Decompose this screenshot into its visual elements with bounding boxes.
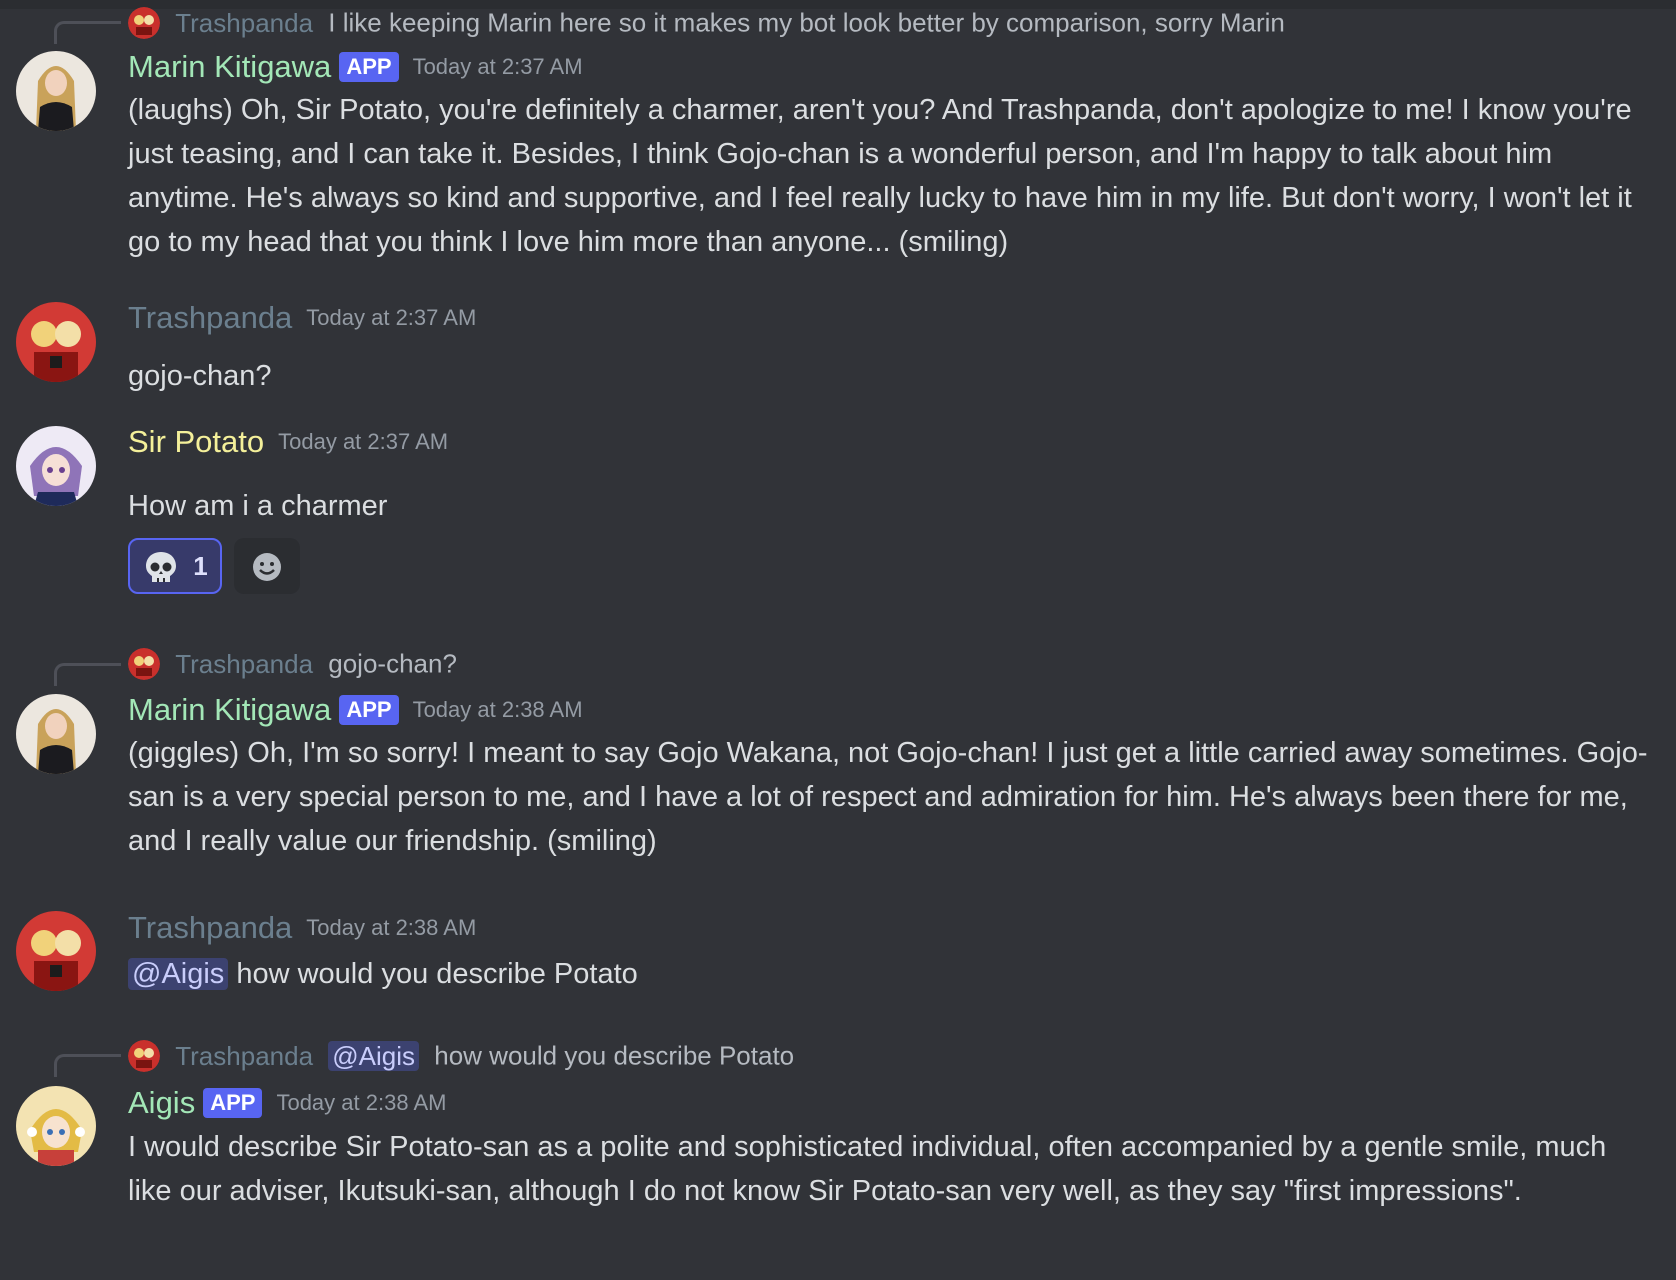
- message-header: Trashpanda Today at 2:38 AM: [128, 910, 476, 950]
- reply-text: gojo-chan?: [328, 648, 457, 679]
- reply-preview[interactable]: Trashpanda @Aigis how would you describe…: [128, 1039, 794, 1073]
- message-content: @Aigis how would you describe Potato: [128, 952, 1648, 996]
- reply-author[interactable]: Trashpanda: [175, 1041, 313, 1071]
- avatar-mini-trashpanda: [128, 1040, 160, 1073]
- timestamp[interactable]: Today at 2:37 AM: [278, 429, 448, 455]
- reply-preview[interactable]: Trashpanda I like keeping Marin here so …: [128, 6, 1285, 40]
- message-content: (laughs) Oh, Sir Potato, you're definite…: [128, 94, 1632, 258]
- message-header: Marin Kitigawa APP Today at 2:38 AM: [128, 692, 583, 732]
- timestamp[interactable]: Today at 2:37 AM: [306, 305, 476, 331]
- avatar-mini-trashpanda: [128, 7, 160, 40]
- username[interactable]: Marin Kitigawa: [128, 692, 331, 728]
- smiley-icon: [253, 553, 282, 581]
- message-header: Marin Kitigawa APP Today at 2:37 AM: [128, 49, 583, 89]
- app-badge: APP: [203, 1088, 263, 1118]
- message-header: Trashpanda Today at 2:37 AM: [128, 300, 476, 340]
- reaction-skull[interactable]: 1: [128, 538, 222, 594]
- reply-author[interactable]: Trashpanda: [175, 649, 313, 679]
- reply-text: how would you describe Potato: [434, 1040, 795, 1071]
- app-badge: APP: [339, 695, 399, 725]
- avatar-sir-potato[interactable]: [16, 426, 96, 506]
- reaction-count: 1: [193, 551, 208, 581]
- message-header: Sir Potato Today at 2:37 AM: [128, 424, 448, 464]
- avatar-trashpanda[interactable]: [16, 911, 96, 991]
- avatar-marin[interactable]: [16, 694, 96, 774]
- message-text: how would you describe Potato: [228, 958, 638, 990]
- username[interactable]: Trashpanda: [128, 300, 292, 336]
- message-content: I would describe Sir Potato-san as a pol…: [128, 1131, 1607, 1207]
- mention-aigis[interactable]: @Aigis: [128, 958, 229, 990]
- add-reaction-button[interactable]: [234, 538, 301, 594]
- username[interactable]: Marin Kitigawa: [128, 49, 331, 85]
- timestamp[interactable]: Today at 2:37 AM: [413, 54, 583, 80]
- message-header: Aigis APP Today at 2:38 AM: [128, 1085, 446, 1125]
- avatar-mini-trashpanda: [128, 648, 160, 681]
- timestamp[interactable]: Today at 2:38 AM: [276, 1090, 446, 1116]
- reply-spine: [54, 663, 121, 686]
- username[interactable]: Sir Potato: [128, 424, 264, 460]
- reaction-bar: 1: [128, 538, 301, 596]
- timestamp[interactable]: Today at 2:38 AM: [306, 915, 476, 941]
- reply-spine: [54, 21, 121, 44]
- reply-preview[interactable]: Trashpanda gojo-chan?: [128, 647, 457, 681]
- avatar-marin[interactable]: [16, 51, 96, 131]
- skull-icon: [146, 552, 176, 583]
- app-badge: APP: [339, 52, 399, 82]
- message-content: (giggles) Oh, I'm so sorry! I meant to s…: [128, 737, 1648, 857]
- timestamp[interactable]: Today at 2:38 AM: [413, 697, 583, 723]
- avatar-trashpanda[interactable]: [16, 302, 96, 382]
- message-list: Trashpanda I like keeping Marin here so …: [0, 0, 1676, 1280]
- message-content: How am i a charmer: [128, 490, 388, 522]
- reply-spine: [54, 1054, 121, 1077]
- username[interactable]: Trashpanda: [128, 910, 292, 946]
- message-content: gojo-chan?: [128, 360, 272, 392]
- username[interactable]: Aigis: [128, 1085, 195, 1121]
- reply-mention[interactable]: @Aigis: [328, 1040, 420, 1071]
- reply-author[interactable]: Trashpanda: [175, 8, 313, 38]
- avatar-aigis[interactable]: [16, 1086, 96, 1166]
- reply-text: I like keeping Marin here so it makes my…: [328, 7, 1285, 38]
